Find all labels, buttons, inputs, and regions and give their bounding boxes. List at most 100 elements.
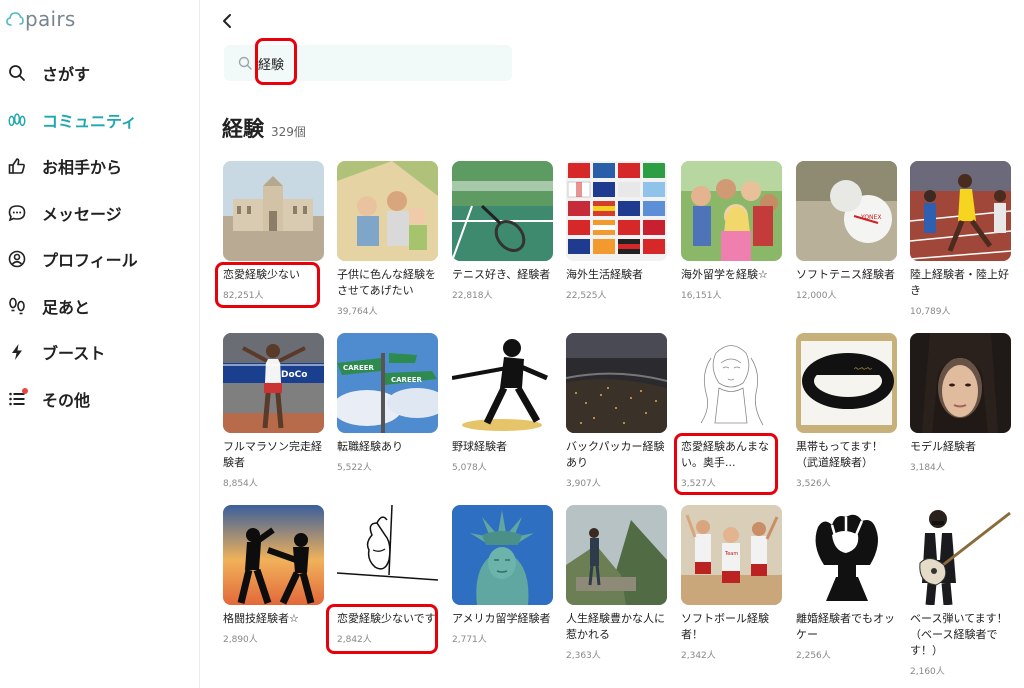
community-thumbnail: Team [681,505,782,605]
profile-icon [8,250,26,268]
sidebar-item-footprints[interactable]: 足あと [0,283,200,330]
community-title: 黒帯もってます！（武道経験者） [796,440,883,469]
sidebar-item-label: さがす [42,65,91,85]
community-member-count: 2,363人 [566,651,601,661]
community-thumbnail: CAREER CAREER [337,333,438,433]
community-member-count: 5,078人 [452,463,487,473]
community-title: 格闘技経験者☆ [223,612,299,625]
community-card[interactable]: ベース弾いてます！（ベース経験者です！） 2,160人 [910,505,1011,677]
community-card[interactable]: CAREER CAREER 転職経験あり 5,522人 [337,333,438,473]
sidebar-item-label: その他 [42,390,91,410]
community-icon [8,111,26,129]
community-card[interactable]: 子供に色んな経験をさせてあげたい 39,764人 [337,161,438,317]
community-card[interactable]: 格闘技経験者☆ 2,890人 [223,505,324,645]
svg-text:〜〜〜: 〜〜〜 [854,366,872,373]
community-thumbnail [910,333,1011,433]
community-member-count: 3,526人 [796,479,831,489]
community-title: 陸上経験者・陸上好き [910,268,1009,297]
community-title: テニス好き、経験者 [452,268,551,281]
community-title: ソフトテニス経験者 [796,268,895,281]
cloud-logo-icon [6,12,24,26]
community-title: 海外留学を経験☆ [681,268,768,281]
sidebar-item-label: プロフィール [42,251,138,271]
community-title: 海外生活経験者 [566,268,643,281]
community-card[interactable]: 恋愛経験少ないです 2,842人 [337,505,438,645]
community-card[interactable]: 海外留学を経験☆ 16,151人 [681,161,782,301]
community-thumbnail [681,333,782,433]
community-card[interactable]: 海外生活経験者 22,525人 [566,161,667,301]
community-card[interactable]: モデル経験者 3,184人 [910,333,1011,473]
community-thumbnail [223,505,324,605]
community-member-count: 2,160人 [910,667,945,677]
community-thumbnail [681,161,782,261]
back-button[interactable] [216,8,238,34]
community-title: 恋愛経験少ない [223,268,300,281]
community-thumbnail [223,161,324,261]
community-thumbnail [796,505,897,605]
pairs-logo[interactable]: pairs [6,6,76,32]
community-card[interactable]: 離婚経験者でもオッケー 2,256人 [796,505,897,661]
community-member-count: 3,527人 [681,479,716,489]
community-thumbnail: 〜〜〜 [796,333,897,433]
community-member-count: 5,522人 [337,463,372,473]
sidebar-item-likes[interactable]: お相手から [0,143,200,190]
search-box [224,45,512,81]
community-card[interactable]: DoCo フルマラソン完走経験者 8,854人 [223,333,324,489]
community-card[interactable]: 陸上経験者・陸上好き 10,789人 [910,161,1011,317]
sidebar-item-more[interactable]: その他 [0,376,200,423]
community-thumbnail [566,505,667,605]
results-heading: 経験 329個 [222,113,306,143]
notification-dot [22,387,28,394]
sidebar-item-search[interactable]: さがす [0,50,200,97]
community-thumbnail [910,505,1011,605]
sidebar-nav: さがす コミュニティ お相手から メッセージ プロフィール 足あと ブースト そ… [0,50,200,422]
community-card[interactable]: 恋愛経験あんまない。奥手... 3,527人 [681,333,782,489]
svg-text:CAREER: CAREER [343,364,375,372]
community-title: 恋愛経験あんまない。奥手... [681,440,769,469]
sidebar: pairs さがす コミュニティ お相手から メッセージ プロフィール 足あと … [0,0,200,688]
community-member-count: 82,251人 [223,291,264,301]
sidebar-item-profile[interactable]: プロフィール [0,236,200,283]
community-title: ソフトボール経験者！ [681,612,769,641]
community-thumbnail [566,333,667,433]
community-card[interactable]: 恋愛経験少ない 82,251人 [223,161,324,301]
community-title: 離婚経験者でもオッケー [796,612,895,641]
community-card[interactable]: バックパッカー経験あり 3,907人 [566,333,667,489]
community-card[interactable]: テニス好き、経験者 22,818人 [452,161,553,301]
search-input[interactable] [258,53,488,73]
sidebar-item-messages[interactable]: メッセージ [0,190,200,237]
community-card[interactable]: 人生経験豊かな人に惹かれる 2,363人 [566,505,667,661]
community-member-count: 3,907人 [566,479,601,489]
community-title: ベース弾いてます！（ベース経験者です！） [910,612,1008,657]
sidebar-item-community[interactable]: コミュニティ [0,97,200,144]
results-title: 経験 [222,117,264,141]
sidebar-item-label: お相手から [42,158,123,178]
community-card[interactable]: 野球経験者 5,078人 [452,333,553,473]
sidebar-item-label: 足あと [42,297,91,317]
community-card[interactable]: 〜〜〜 黒帯もってます！（武道経験者） 3,526人 [796,333,897,489]
sidebar-item-boost[interactable]: ブースト [0,329,200,376]
community-title: 子供に色んな経験をさせてあげたい [337,268,436,297]
community-title: フルマラソン完走経験者 [223,440,322,469]
community-member-count: 12,000人 [796,291,837,301]
sidebar-item-label: コミュニティ [42,111,138,131]
community-thumbnail: YONEX [796,161,897,261]
logo-text: pairs [25,7,76,31]
community-card[interactable]: YONEX ソフトテニス経験者 12,000人 [796,161,897,301]
community-card[interactable]: アメリカ留学経験者 2,771人 [452,505,553,645]
search-icon [8,64,26,82]
chevron-left-icon [223,14,231,28]
search-icon [238,56,252,70]
thumbs-up-icon [8,157,26,175]
community-thumbnail [910,161,1011,261]
community-member-count: 22,525人 [566,291,607,301]
community-card[interactable]: Team ソフトボール経験者！ 2,342人 [681,505,782,661]
community-title: バックパッカー経験あり [566,440,665,469]
community-thumbnail [337,505,438,605]
community-title: モデル経験者 [910,440,976,453]
svg-text:YONEX: YONEX [860,214,881,221]
community-thumbnail [452,333,553,433]
community-title: アメリカ留学経験者 [452,612,551,625]
community-member-count: 39,764人 [337,307,378,317]
community-member-count: 2,890人 [223,635,258,645]
